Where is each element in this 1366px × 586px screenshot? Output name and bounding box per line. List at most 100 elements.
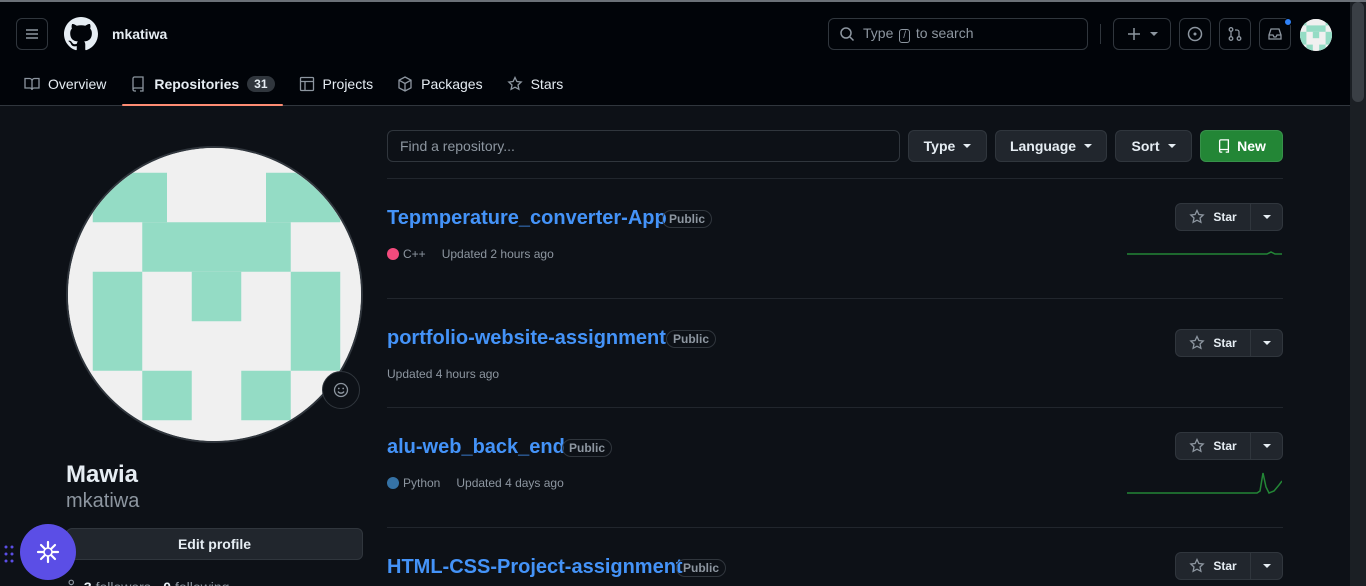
people-icon bbox=[68, 579, 75, 586]
chevron-down-icon bbox=[1167, 144, 1176, 148]
edit-profile-button[interactable]: Edit profile bbox=[66, 528, 363, 560]
notification-dot bbox=[1284, 18, 1292, 26]
sparkle-icon bbox=[36, 540, 60, 564]
menu-button[interactable] bbox=[16, 18, 48, 50]
repo-updated: Updated 4 hours ago bbox=[387, 367, 500, 381]
app-header: mkatiwa Type / to search Overview Reposi… bbox=[0, 2, 1350, 106]
star-button[interactable]: Star bbox=[1175, 552, 1283, 580]
repo-name-link[interactable]: Tepmperature_converter-App bbox=[387, 207, 667, 230]
page-scrollbar[interactable] bbox=[1350, 2, 1366, 586]
star-toggle[interactable]: Star bbox=[1176, 433, 1251, 459]
tab-label: Projects bbox=[322, 76, 374, 92]
star-button[interactable]: Star bbox=[1175, 329, 1283, 357]
github-logo-icon[interactable] bbox=[64, 17, 98, 51]
repo-name-link[interactable]: alu-web_back_end bbox=[387, 436, 565, 459]
repo-name-link[interactable]: HTML-CSS-Project-assignment bbox=[387, 556, 683, 579]
repo-updated: Updated 4 days ago bbox=[456, 476, 564, 490]
drag-handle-icon[interactable] bbox=[4, 545, 14, 563]
chevron-down-icon bbox=[1150, 32, 1158, 36]
repo-icon bbox=[1219, 139, 1230, 153]
package-icon bbox=[398, 76, 412, 92]
tab-repositories[interactable]: Repositories 31 bbox=[122, 62, 283, 106]
chevron-down-icon bbox=[963, 144, 972, 148]
tab-label: Stars bbox=[530, 76, 564, 92]
star-list-dropdown[interactable] bbox=[1251, 330, 1282, 356]
chevron-down-icon bbox=[1262, 564, 1271, 568]
pull-requests-button[interactable] bbox=[1219, 18, 1251, 50]
search-placeholder: Type / to search bbox=[863, 25, 974, 43]
tab-label: Repositories bbox=[154, 76, 240, 92]
search-icon bbox=[840, 27, 855, 42]
issue-opened-icon bbox=[1187, 26, 1203, 42]
star-toggle[interactable]: Star bbox=[1176, 553, 1251, 579]
visibility-badge: Public bbox=[662, 210, 713, 228]
scrollbar-thumb[interactable] bbox=[1352, 2, 1364, 102]
visibility-badge: Public bbox=[676, 559, 727, 577]
follow-stats[interactable]: 3 followers · 0 following bbox=[66, 578, 229, 586]
plus-icon bbox=[1128, 28, 1140, 40]
repo-language: C++ bbox=[387, 247, 426, 261]
chevron-down-icon bbox=[1262, 341, 1271, 345]
star-button[interactable]: Star bbox=[1175, 432, 1283, 460]
profile-avatar[interactable] bbox=[66, 146, 363, 443]
smiley-icon bbox=[333, 382, 349, 398]
identicon-large-icon bbox=[68, 148, 361, 441]
assistant-floating-button[interactable] bbox=[20, 524, 76, 580]
visibility-badge: Public bbox=[666, 330, 717, 348]
user-avatar[interactable] bbox=[1300, 19, 1332, 51]
tab-overview[interactable]: Overview bbox=[16, 62, 114, 106]
list-divider bbox=[387, 407, 1283, 408]
find-repository-input[interactable]: Find a repository... bbox=[387, 130, 900, 162]
profile-tabs: Overview Repositories 31 Projects Packag… bbox=[16, 62, 579, 106]
repo-meta: C++ Updated 2 hours ago bbox=[387, 247, 554, 261]
new-repository-button[interactable]: New bbox=[1200, 130, 1283, 162]
list-divider bbox=[387, 178, 1283, 179]
repo-updated: Updated 2 hours ago bbox=[441, 247, 554, 261]
star-list-dropdown[interactable] bbox=[1251, 204, 1282, 230]
identicon-small-icon bbox=[1300, 19, 1332, 51]
git-pull-request-icon bbox=[1228, 27, 1242, 41]
tab-stars[interactable]: Stars bbox=[499, 62, 572, 106]
star-list-dropdown[interactable] bbox=[1251, 433, 1282, 459]
profile-name: Mawia bbox=[66, 461, 139, 488]
activity-sparkline bbox=[1127, 251, 1282, 255]
profile-login: mkatiwa bbox=[66, 490, 140, 512]
star-icon bbox=[506, 76, 523, 91]
tab-packages[interactable]: Packages bbox=[389, 62, 490, 106]
repo-name-link[interactable]: portfolio-website-assignment bbox=[387, 327, 666, 350]
tab-label: Packages bbox=[421, 76, 483, 92]
repo-language: Python bbox=[387, 476, 440, 490]
star-icon bbox=[1189, 558, 1205, 573]
tab-label: Overview bbox=[48, 76, 107, 92]
chevron-down-icon bbox=[1262, 444, 1271, 448]
language-filter-button[interactable]: Language bbox=[995, 130, 1107, 162]
chevron-down-icon bbox=[1084, 144, 1093, 148]
star-icon bbox=[1189, 438, 1205, 453]
list-divider bbox=[387, 298, 1283, 299]
star-toggle[interactable]: Star bbox=[1176, 204, 1251, 230]
book-icon bbox=[24, 77, 40, 91]
star-button[interactable]: Star bbox=[1175, 203, 1283, 231]
star-list-dropdown[interactable] bbox=[1251, 553, 1282, 579]
star-icon bbox=[1189, 209, 1205, 224]
activity-sparkline bbox=[1127, 472, 1282, 494]
create-new-button[interactable] bbox=[1113, 18, 1171, 50]
list-divider bbox=[387, 527, 1283, 528]
set-status-button[interactable] bbox=[322, 371, 360, 409]
repo-meta: Python Updated 4 days ago bbox=[387, 476, 564, 490]
repo-meta: Updated 4 hours ago bbox=[387, 367, 499, 381]
visibility-badge: Public bbox=[562, 439, 613, 457]
chevron-down-icon bbox=[1262, 215, 1271, 219]
tab-projects[interactable]: Projects bbox=[291, 62, 382, 106]
search-input[interactable]: Type / to search bbox=[828, 18, 1088, 50]
repo-count-badge: 31 bbox=[247, 76, 275, 92]
star-toggle[interactable]: Star bbox=[1176, 330, 1251, 356]
language-color-dot bbox=[387, 248, 399, 260]
table-icon bbox=[299, 76, 314, 92]
hamburger-icon bbox=[26, 29, 38, 39]
header-divider bbox=[1100, 24, 1101, 44]
profile-owner-link[interactable]: mkatiwa bbox=[112, 26, 167, 42]
type-filter-button[interactable]: Type bbox=[908, 130, 987, 162]
issues-button[interactable] bbox=[1179, 18, 1211, 50]
sort-button[interactable]: Sort bbox=[1115, 130, 1192, 162]
